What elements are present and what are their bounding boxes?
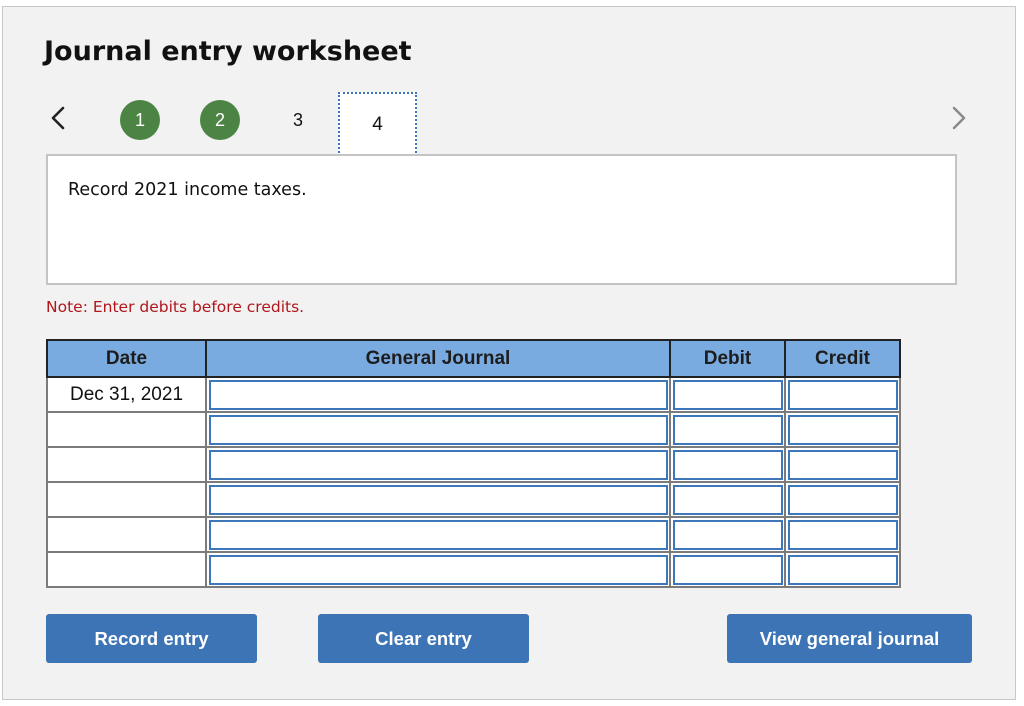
- prompt-box: Record 2021 income taxes.: [46, 154, 957, 285]
- debit-input[interactable]: [673, 485, 783, 515]
- column-header-credit: Credit: [784, 339, 901, 378]
- page-title: Journal entry worksheet: [44, 36, 412, 67]
- clear-entry-button[interactable]: Clear entry: [318, 614, 529, 663]
- debit-cell: [669, 446, 786, 483]
- credit-cell: [784, 481, 901, 518]
- view-general-journal-button[interactable]: View general journal: [727, 614, 972, 663]
- table-header-row: Date General Journal Debit Credit: [46, 339, 901, 378]
- account-input[interactable]: [209, 450, 668, 480]
- account-input[interactable]: [209, 520, 668, 550]
- credit-input[interactable]: [788, 520, 898, 550]
- account-input[interactable]: [209, 485, 668, 515]
- column-header-date: Date: [46, 339, 207, 378]
- journal-entry-table: Date General Journal Debit Credit Dec 31…: [46, 339, 901, 588]
- date-cell: [46, 551, 207, 588]
- column-header-debit: Debit: [669, 339, 786, 378]
- date-cell: [46, 446, 207, 483]
- account-cell: [205, 446, 671, 483]
- table-row: Dec 31, 2021: [46, 376, 901, 413]
- record-entry-button[interactable]: Record entry: [46, 614, 257, 663]
- table-row: [46, 446, 901, 483]
- credit-cell: [784, 411, 901, 448]
- debit-input[interactable]: [673, 380, 783, 410]
- debit-input[interactable]: [673, 450, 783, 480]
- account-cell: [205, 516, 671, 553]
- prompt-text: Record 2021 income taxes.: [68, 180, 307, 200]
- credit-cell: [784, 516, 901, 553]
- date-cell: [46, 516, 207, 553]
- table-row: [46, 481, 901, 518]
- date-cell: [46, 411, 207, 448]
- chevron-left-icon: [51, 106, 65, 130]
- date-cell: Dec 31, 2021: [46, 376, 207, 413]
- step-4-current[interactable]: 4: [338, 92, 417, 157]
- debit-input[interactable]: [673, 520, 783, 550]
- account-cell: [205, 551, 671, 588]
- step-1[interactable]: 1: [120, 100, 160, 140]
- debit-cell: [669, 516, 786, 553]
- account-cell: [205, 376, 671, 413]
- credit-input[interactable]: [788, 380, 898, 410]
- next-step-button[interactable]: [946, 103, 972, 133]
- step-3[interactable]: 3: [278, 100, 318, 140]
- credit-input[interactable]: [788, 450, 898, 480]
- credit-input[interactable]: [788, 555, 898, 585]
- date-cell: [46, 481, 207, 518]
- debit-cell: [669, 551, 786, 588]
- account-cell: [205, 411, 671, 448]
- credit-cell: [784, 551, 901, 588]
- debit-cell: [669, 481, 786, 518]
- table-row: [46, 551, 901, 588]
- credit-cell: [784, 446, 901, 483]
- previous-step-button[interactable]: [46, 103, 72, 133]
- debit-input[interactable]: [673, 555, 783, 585]
- account-cell: [205, 481, 671, 518]
- account-input[interactable]: [209, 415, 668, 445]
- account-input[interactable]: [209, 380, 668, 410]
- chevron-right-icon: [952, 106, 966, 130]
- table-row: [46, 516, 901, 553]
- debit-input[interactable]: [673, 415, 783, 445]
- debit-cell: [669, 376, 786, 413]
- step-2[interactable]: 2: [200, 100, 240, 140]
- credit-cell: [784, 376, 901, 413]
- credit-input[interactable]: [788, 415, 898, 445]
- credit-input[interactable]: [788, 485, 898, 515]
- column-header-general-journal: General Journal: [205, 339, 671, 378]
- account-input[interactable]: [209, 555, 668, 585]
- debit-credit-note: Note: Enter debits before credits.: [46, 298, 305, 316]
- table-row: [46, 411, 901, 448]
- debit-cell: [669, 411, 786, 448]
